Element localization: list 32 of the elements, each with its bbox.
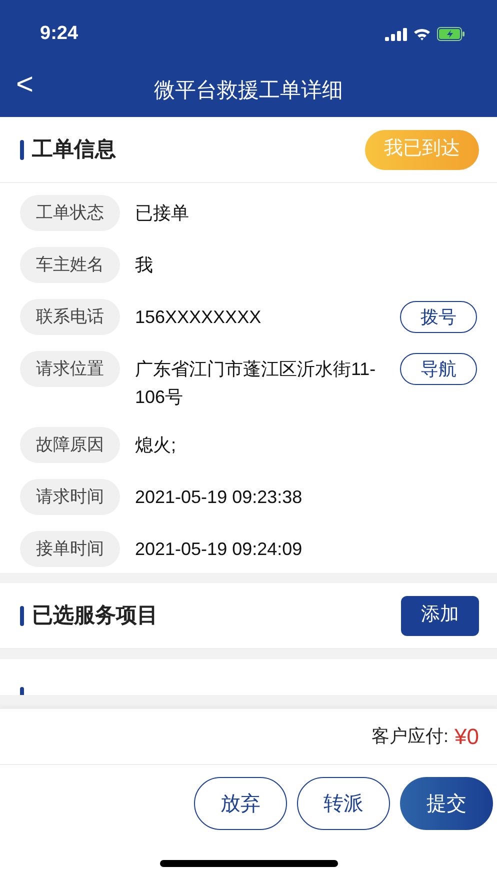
- amount-value: ¥0: [454, 723, 479, 751]
- field-value: 已接单: [135, 202, 190, 225]
- field-label: 故障原因: [20, 427, 120, 463]
- status-time: 9:24: [40, 22, 78, 46]
- field-value: 我: [135, 254, 154, 277]
- battery-icon: [437, 27, 465, 41]
- section-title: 工单信息: [32, 136, 116, 163]
- field-label: 接单时间: [20, 531, 120, 567]
- back-button[interactable]: <: [16, 70, 34, 100]
- field-value: 熄火;: [135, 434, 178, 457]
- field-value: 156XXXXXXXX: [135, 306, 262, 329]
- action-button[interactable]: 放弃: [194, 777, 287, 830]
- add-button[interactable]: 添加: [401, 596, 479, 636]
- action-button[interactable]: 导航: [400, 353, 477, 385]
- field-value: 2021-05-19 09:24:09: [135, 538, 304, 561]
- field-label: 请求位置: [20, 351, 120, 387]
- field-label: 车主姓名: [20, 247, 120, 283]
- field-label: 联系电话: [20, 299, 120, 335]
- submit-button[interactable]: 提交: [400, 777, 493, 830]
- field-value: 广东省江门市蓬江区沂水街11-106号: [135, 358, 377, 409]
- field-value: 2021-05-19 09:23:38: [135, 486, 304, 509]
- action-button[interactable]: 拨号: [400, 301, 477, 333]
- section-marker: [20, 140, 24, 160]
- field-label: 请求时间: [20, 479, 120, 515]
- action-button[interactable]: 转派: [297, 777, 390, 830]
- wifi-icon: [413, 27, 431, 41]
- signal-icon: [385, 28, 407, 40]
- section-title: 已选服务项目: [32, 602, 158, 629]
- amount-label: 客户应付:: [372, 725, 449, 748]
- field-label: 工单状态: [20, 195, 120, 231]
- page-title: 微平台救援工单详细: [154, 78, 343, 104]
- section-marker: [20, 606, 24, 626]
